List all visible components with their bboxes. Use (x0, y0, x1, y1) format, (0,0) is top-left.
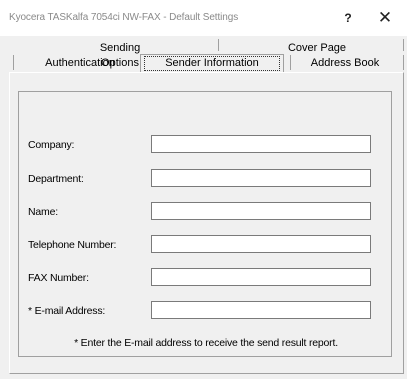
close-button[interactable]: ✕ (370, 4, 400, 32)
email-label: * E-mail Address: (28, 305, 106, 317)
department-label: Department: (28, 173, 84, 185)
email-field[interactable] (151, 301, 371, 319)
tab-divider (403, 39, 404, 51)
title-bar: Kyocera TASKalfa 7054ci NW-FAX - Default… (0, 0, 407, 36)
name-label: Name: (28, 206, 58, 218)
help-button[interactable]: ? (333, 4, 363, 32)
company-field[interactable] (151, 135, 371, 153)
tab-divider (403, 55, 404, 70)
name-field[interactable] (151, 202, 371, 220)
window-title: Kyocera TASKalfa 7054ci NW-FAX - Default… (9, 12, 239, 23)
tab-divider (218, 39, 219, 51)
tab-divider (290, 55, 291, 70)
fax-number-field[interactable] (151, 268, 371, 286)
telephone-label: Telephone Number: (28, 239, 117, 251)
tab-panel: Company: Department: Name: Telephone Num… (0, 72, 407, 379)
telephone-field[interactable] (151, 235, 371, 253)
sender-info-group: Company: Department: Name: Telephone Num… (18, 91, 392, 357)
email-note: * Enter the E-mail address to receive th… (74, 337, 338, 349)
tab-cover-page[interactable]: Cover Page (282, 41, 352, 56)
department-field[interactable] (151, 169, 371, 187)
fax-number-label: FAX Number: (28, 272, 89, 284)
company-label: Company: (28, 139, 75, 151)
tab-divider (13, 55, 14, 70)
tab-strip: Sending Options Cover Page Authenticatio… (0, 36, 407, 72)
tab-sender-information[interactable]: Sender Information (144, 56, 280, 71)
tab-address-book[interactable]: Address Book (306, 56, 384, 71)
tab-authentication[interactable]: Authentication (35, 56, 125, 71)
